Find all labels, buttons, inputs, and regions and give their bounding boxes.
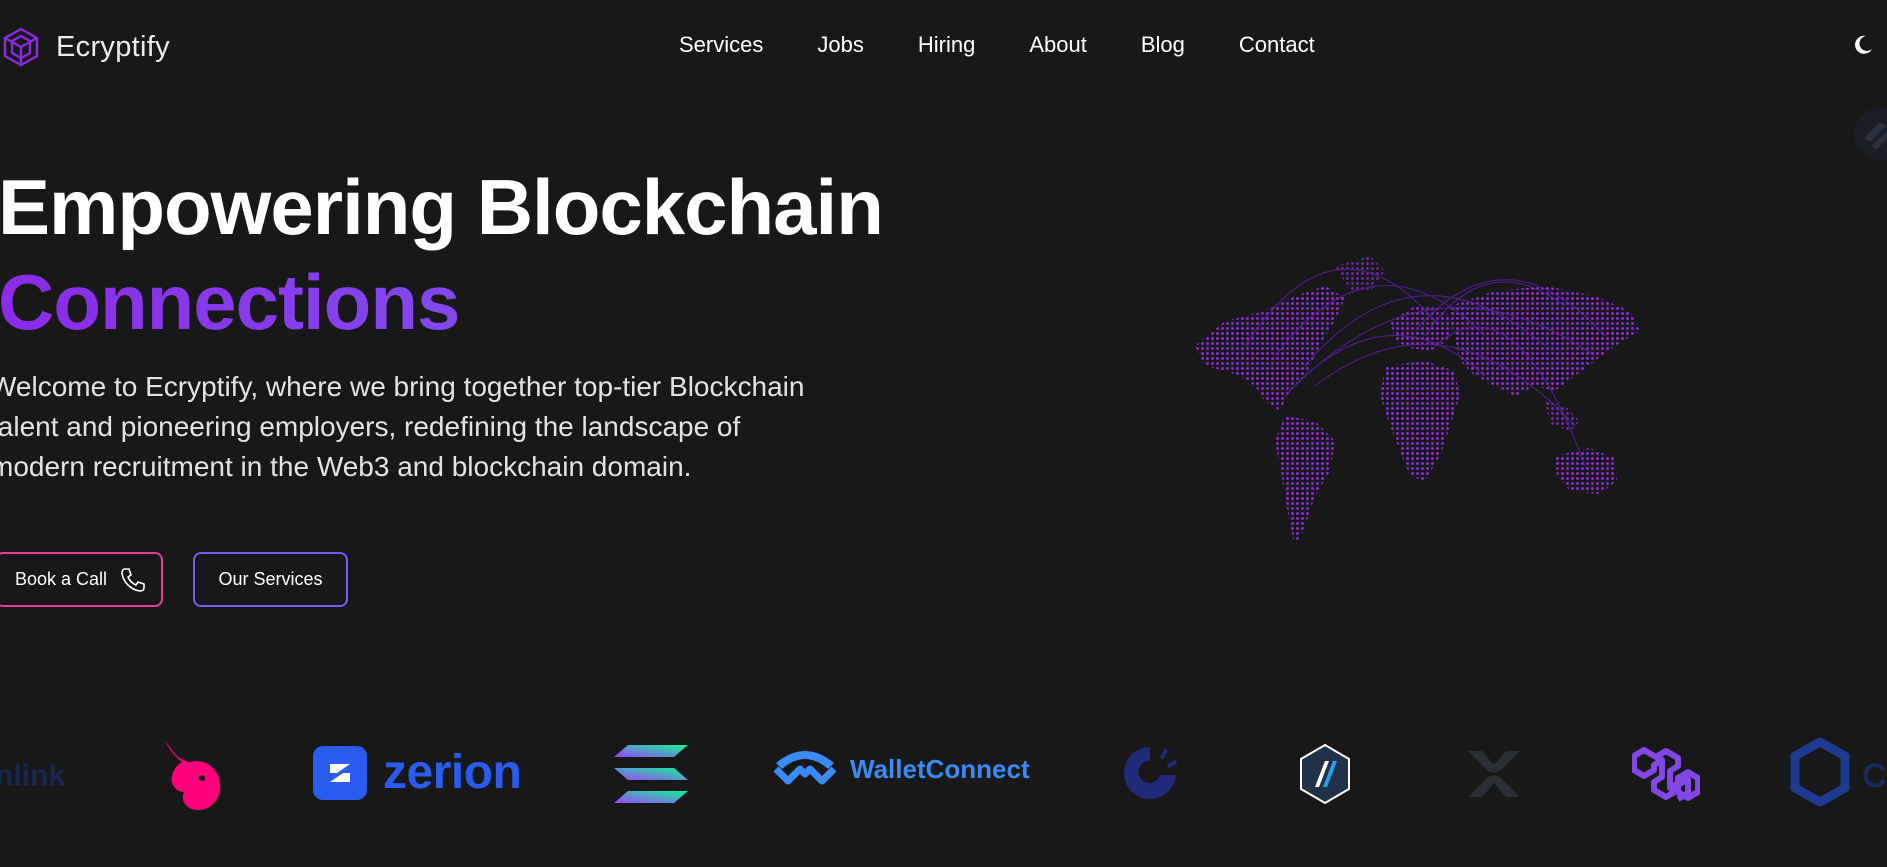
hero-title-line1: Empowering Blockchain xyxy=(0,163,884,251)
main-nav: Services Jobs Hiring About Blog Contact xyxy=(679,32,1315,58)
polygon-icon xyxy=(1632,747,1700,802)
walletconnect-logo: WalletConnect xyxy=(772,747,1030,791)
our-services-label: Our Services xyxy=(218,569,323,589)
nav-services[interactable]: Services xyxy=(679,32,763,58)
chainlink-hex-icon xyxy=(1790,738,1850,806)
phone-icon xyxy=(121,567,145,592)
book-call-label: Book a Call xyxy=(14,569,108,589)
book-call-button[interactable]: Book a Call xyxy=(0,552,163,607)
xrp-icon xyxy=(1468,751,1520,797)
hero-title-highlight: Connections xyxy=(0,255,883,350)
zerion-wordmark: zerion xyxy=(383,746,522,799)
nav-blog[interactable]: Blog xyxy=(1141,32,1185,58)
zerion-logo: zerion xyxy=(313,745,522,800)
nav-jobs[interactable]: Jobs xyxy=(817,32,863,58)
solana-icon xyxy=(614,745,688,803)
walletconnect-wordmark: WalletConnect xyxy=(850,753,1030,784)
hero-title: Empowering Blockchain Connections xyxy=(0,160,884,350)
chainlink-logo: nlink xyxy=(0,759,66,792)
moon-icon[interactable] xyxy=(1852,34,1874,56)
brand-name: Ecryptify xyxy=(56,30,170,63)
site-header: Ecryptify Services Jobs Hiring About Blo… xyxy=(0,0,1887,95)
floating-logo-icon xyxy=(1854,108,1887,160)
walletconnect-icon xyxy=(773,751,837,785)
chainlink-loader-icon xyxy=(1124,747,1178,799)
uniswap-icon xyxy=(165,740,221,810)
hex-cube-logo-icon xyxy=(3,27,39,67)
world-map-illustration xyxy=(1195,256,1640,546)
brand[interactable]: Ecryptify xyxy=(0,26,170,68)
nav-hiring[interactable]: Hiring xyxy=(918,32,975,58)
partial-logo-text: C xyxy=(1862,757,1887,795)
our-services-button[interactable]: Our Services xyxy=(193,552,348,607)
nav-contact[interactable]: Contact xyxy=(1239,32,1315,58)
hero-description: Welcome to Ecryptify, where we bring tog… xyxy=(0,371,805,482)
zerion-icon xyxy=(313,745,367,800)
partner-logos: nlink zerion WalletConnect C xyxy=(0,735,1887,825)
arbitrum-icon xyxy=(1300,743,1350,805)
nav-about[interactable]: About xyxy=(1029,32,1087,58)
